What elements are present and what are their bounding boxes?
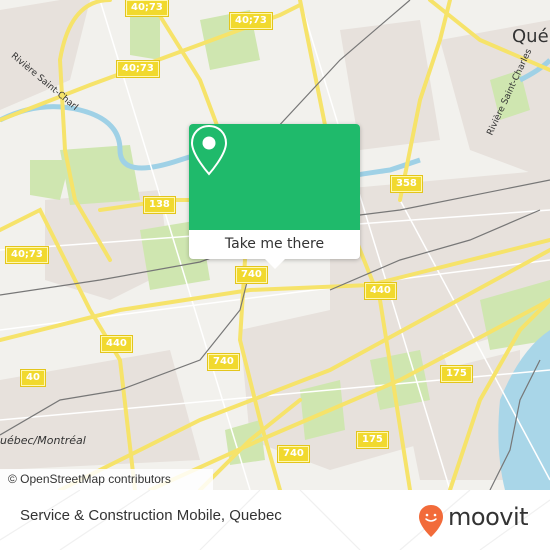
popup-tail (265, 259, 285, 269)
place-title: Service & Construction Mobile, Quebec (20, 507, 282, 524)
route-shield: 740 (277, 445, 310, 463)
route-shield: 40;73 (229, 12, 273, 30)
route-shield: 175 (356, 431, 389, 449)
moovit-pin-icon (419, 505, 443, 537)
route-shield: 40 (20, 369, 46, 387)
map-pin-icon (190, 124, 228, 176)
take-me-there-button[interactable]: Take me there (189, 230, 360, 259)
popup-header[interactable] (189, 124, 360, 230)
route-shield: 740 (235, 266, 268, 284)
route-shield: 40;73 (5, 246, 49, 264)
location-popup[interactable]: Take me there (189, 124, 360, 269)
city-label-quebec: Qué (512, 26, 549, 47)
footer: Service & Construction Mobile, Quebec mo… (0, 490, 550, 550)
route-shield: 440 (100, 335, 133, 353)
place-label-quebec-montreal: uébec/Montréal (0, 434, 86, 447)
map-attribution[interactable]: © OpenStreetMap contributors (0, 469, 213, 490)
map[interactable]: 40;73 40;73 40;73 40;73 138 358 740 740 … (0, 0, 550, 490)
route-shield: 40;73 (125, 0, 169, 17)
route-shield: 358 (390, 175, 423, 193)
route-shield: 740 (207, 353, 240, 371)
moovit-logo[interactable]: moovit (418, 502, 538, 538)
route-shield: 138 (143, 196, 176, 214)
route-shield: 175 (440, 365, 473, 383)
moovit-wordmark: moovit (448, 503, 529, 531)
route-shield: 440 (364, 282, 397, 300)
route-shield: 40;73 (116, 60, 160, 78)
